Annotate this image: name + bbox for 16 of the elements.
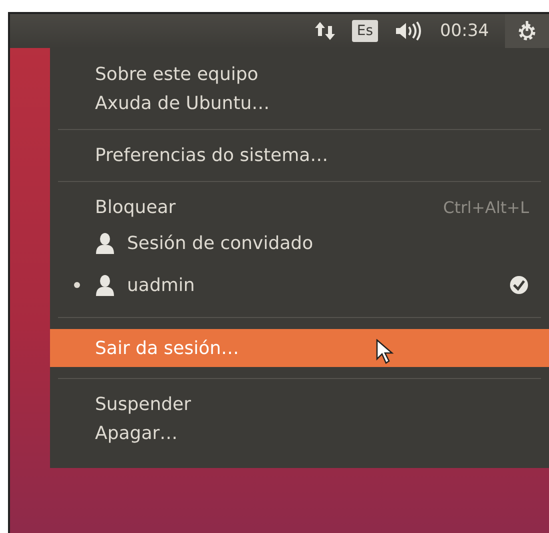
session-menu-button[interactable] xyxy=(505,14,549,48)
clock[interactable]: 00:34 xyxy=(440,21,489,41)
user-icon xyxy=(95,232,115,254)
mouse-pointer-icon xyxy=(376,339,394,365)
network-arrows-icon[interactable] xyxy=(314,21,336,41)
keyboard-layout-indicator[interactable]: Es xyxy=(352,20,378,42)
menu-item[interactable]: Preferencias do sistema… xyxy=(50,141,549,170)
menu-item[interactable]: Bloquear Ctrl+Alt+L xyxy=(50,193,549,222)
menu-item[interactable]: Suspender xyxy=(50,390,549,419)
menu-item[interactable]: Sobre este equipo xyxy=(50,60,549,89)
menu-item[interactable]: uadmin xyxy=(50,264,549,306)
volume-icon[interactable] xyxy=(394,21,424,41)
menu-item[interactable]: Apagar… xyxy=(50,419,549,448)
user-icon xyxy=(95,274,115,296)
menu-item[interactable]: Axuda de Ubuntu… xyxy=(50,89,549,118)
menu-item[interactable]: Sesión de convidado xyxy=(50,222,549,264)
